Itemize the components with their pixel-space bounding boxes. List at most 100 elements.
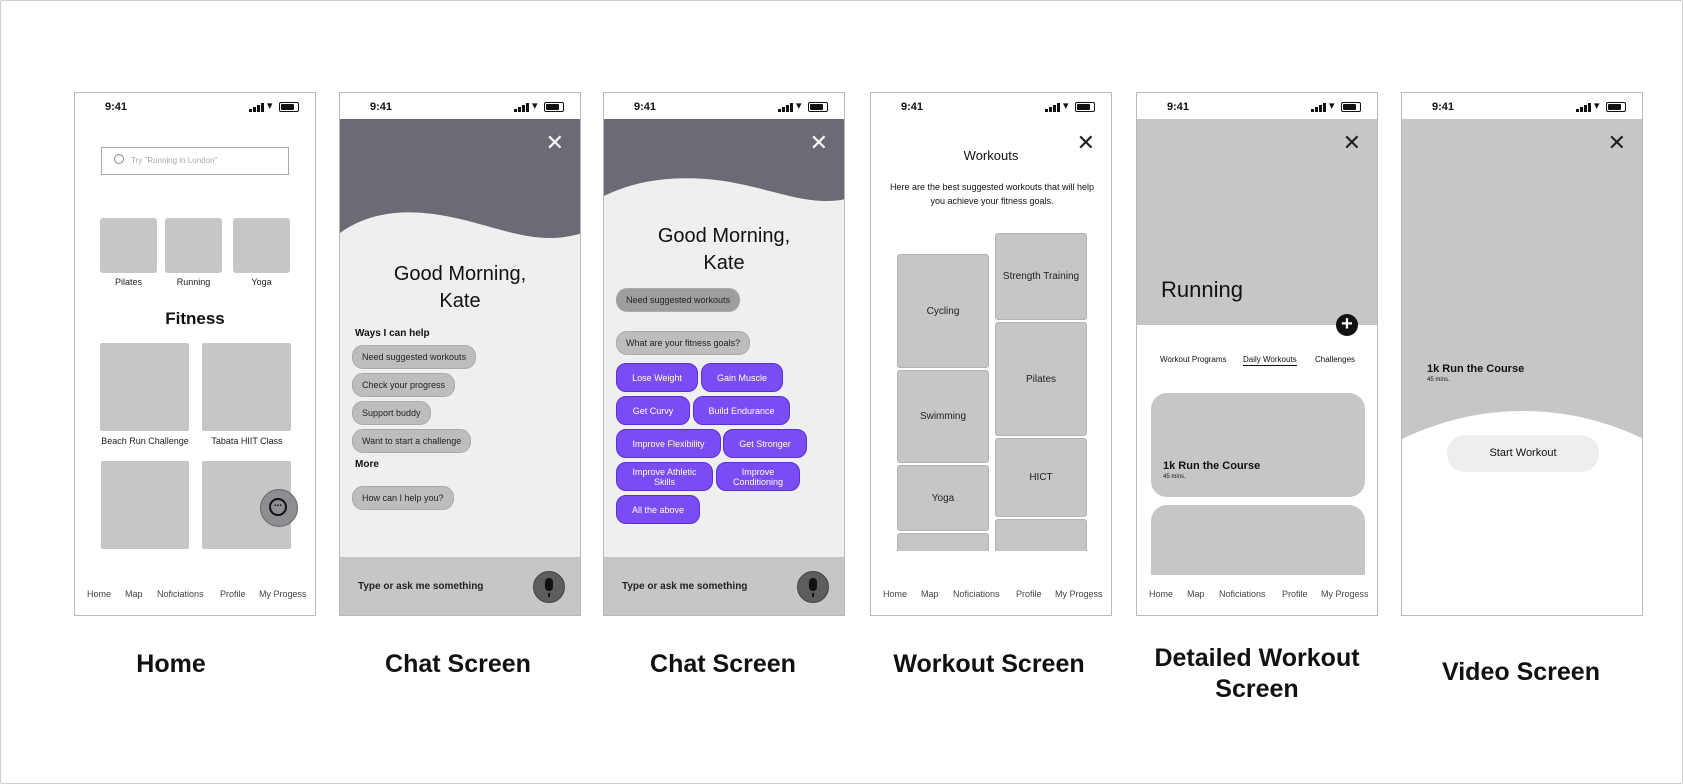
nav-map[interactable]: Map [125, 589, 143, 599]
category-pilates-thumb[interactable] [100, 218, 157, 273]
tab-challenges[interactable]: Challenges [1315, 355, 1356, 364]
message-input[interactable]: Type or ask me something [604, 557, 844, 615]
microphone-icon[interactable] [797, 571, 829, 603]
battery-icon [1606, 102, 1626, 112]
plus-icon: + [1341, 313, 1353, 335]
screen-caption: Chat Screen [385, 650, 531, 678]
status-icons: ▾ [1576, 100, 1626, 112]
status-bar: 9:41 ▾ [1402, 93, 1642, 119]
bottom-nav: Home Map Noficiations Profile My Progess [1137, 575, 1377, 615]
nav-profile[interactable]: Profile [1282, 589, 1308, 599]
wifi-icon: ▾ [267, 100, 273, 112]
nav-home[interactable]: Home [87, 589, 111, 599]
ways-title: Ways I can help [355, 328, 430, 339]
nav-progress[interactable]: My Progess [1055, 589, 1103, 599]
more-title: More [355, 459, 379, 470]
nav-notifications[interactable]: Noficiations [953, 589, 1000, 599]
nav-map[interactable]: Map [1187, 589, 1205, 599]
nav-progress[interactable]: My Progess [259, 589, 307, 599]
chat-bubble-button[interactable]: ... [260, 489, 298, 527]
goal-chip[interactable]: Get Stronger [723, 429, 807, 458]
status-icons: ▾ [514, 100, 564, 112]
category-label: Running [176, 277, 211, 287]
video-area [1402, 119, 1642, 439]
workout-tile[interactable]: Swimming [897, 370, 989, 463]
bot-message: What are your fitness goals? [616, 331, 751, 355]
nav-profile[interactable]: Profile [1016, 589, 1042, 599]
close-icon[interactable]: ✕ [810, 132, 828, 154]
category-yoga-thumb[interactable] [233, 218, 290, 273]
workout-card[interactable]: 1k Run the Course 45 mins. [1151, 393, 1365, 497]
bottom-nav: Home Map Noficiations Profile My Progess [75, 575, 315, 615]
message-placeholder: Type or ask me something [358, 581, 484, 592]
battery-icon [1341, 102, 1361, 112]
start-workout-button[interactable]: Start Workout [1447, 435, 1599, 472]
workouts-title: Workouts [963, 148, 1019, 163]
search-input[interactable]: Try "Running in London" [101, 147, 289, 175]
screen-caption: Home [136, 650, 206, 678]
status-time: 9:41 [1432, 101, 1455, 113]
workout-tile[interactable]: Strength Training [995, 233, 1087, 320]
workout-tile[interactable]: Cycling [897, 254, 989, 368]
nav-home[interactable]: Home [883, 589, 907, 599]
tab-daily-workouts[interactable]: Daily Workouts [1243, 355, 1297, 366]
goal-chip[interactable]: Build Endurance [693, 396, 790, 425]
signal-icon [1045, 103, 1060, 112]
nav-map[interactable]: Map [921, 589, 939, 599]
workout-card-label: Beach Run Challenge [101, 436, 189, 446]
battery-icon [1075, 102, 1095, 112]
workout-card-title: 1k Run the Course [1163, 460, 1261, 472]
help-option[interactable]: Want to start a challenge [352, 429, 472, 453]
nav-progress[interactable]: My Progess [1321, 589, 1369, 599]
microphone-icon[interactable] [533, 571, 565, 603]
workout-card-meta: 45 mins. [1163, 474, 1186, 480]
bottom-nav: Home Map Noficiations Profile My Progess [871, 575, 1111, 615]
status-bar: 9:41 ▾ [340, 93, 580, 119]
close-icon[interactable]: ✕ [1608, 132, 1626, 154]
workout-tile[interactable]: HICT [995, 438, 1087, 517]
nav-notifications[interactable]: Noficiations [157, 589, 204, 599]
goal-chip[interactable]: Improve Flexibility [616, 429, 721, 458]
status-time: 9:41 [370, 101, 393, 113]
goal-chip[interactable]: Get Curvy [616, 396, 690, 425]
nav-notifications[interactable]: Noficiations [1219, 589, 1266, 599]
status-icons: ▾ [1311, 101, 1361, 112]
help-option[interactable]: Check your progress [352, 373, 456, 397]
tab-workout-programs[interactable]: Workout Programs [1160, 355, 1227, 364]
goal-chip[interactable]: Improve Athletic Skills [616, 462, 713, 491]
close-icon[interactable]: ✕ [546, 132, 564, 154]
goal-chip[interactable]: All the above [616, 495, 700, 524]
close-icon[interactable]: ✕ [1343, 132, 1361, 154]
workout-tile[interactable]: Yoga [897, 465, 989, 531]
workout-card-thumb[interactable] [101, 461, 189, 549]
category-running-thumb[interactable] [165, 218, 222, 273]
greeting-line: Good Morning, [393, 263, 527, 285]
message-input[interactable]: Type or ask me something [340, 557, 580, 615]
signal-icon [1576, 103, 1591, 112]
status-bar: 9:41 ▾ [604, 93, 844, 119]
workout-card-thumb[interactable] [100, 343, 189, 431]
message-placeholder: Type or ask me something [622, 581, 748, 592]
screen-caption: Video Screen [1442, 658, 1600, 686]
nav-home[interactable]: Home [1149, 589, 1173, 599]
goal-chip[interactable]: Lose Weight [616, 363, 698, 392]
battery-icon [544, 102, 564, 112]
workouts-subtitle: Here are the best suggested workouts tha… [889, 182, 1095, 206]
status-icons: ▾ [1045, 101, 1095, 112]
greeting: Good Morning, Kate [340, 261, 580, 315]
add-button[interactable]: + [1336, 314, 1358, 336]
workout-tile[interactable]: Pilates [995, 322, 1087, 436]
nav-profile[interactable]: Profile [220, 589, 246, 599]
goal-chip[interactable]: Gain Muscle [701, 363, 783, 392]
workout-card-thumb[interactable] [202, 343, 291, 431]
greeting-name: Kate [439, 290, 481, 312]
help-option[interactable]: Need suggested workouts [352, 345, 477, 369]
workout-card[interactable] [1151, 505, 1365, 585]
help-option[interactable]: Support buddy [352, 401, 431, 425]
screen-caption: Chat Screen [650, 650, 796, 678]
wifi-icon: ▾ [1594, 100, 1600, 112]
chat-screen: 9:41 ▾ ✕ Good Morning, Kate Ways I can h… [339, 92, 581, 616]
wifi-icon: ▾ [532, 100, 538, 112]
goal-chip[interactable]: Improve Conditioning [716, 462, 800, 491]
help-option[interactable]: How can I help you? [352, 486, 454, 510]
